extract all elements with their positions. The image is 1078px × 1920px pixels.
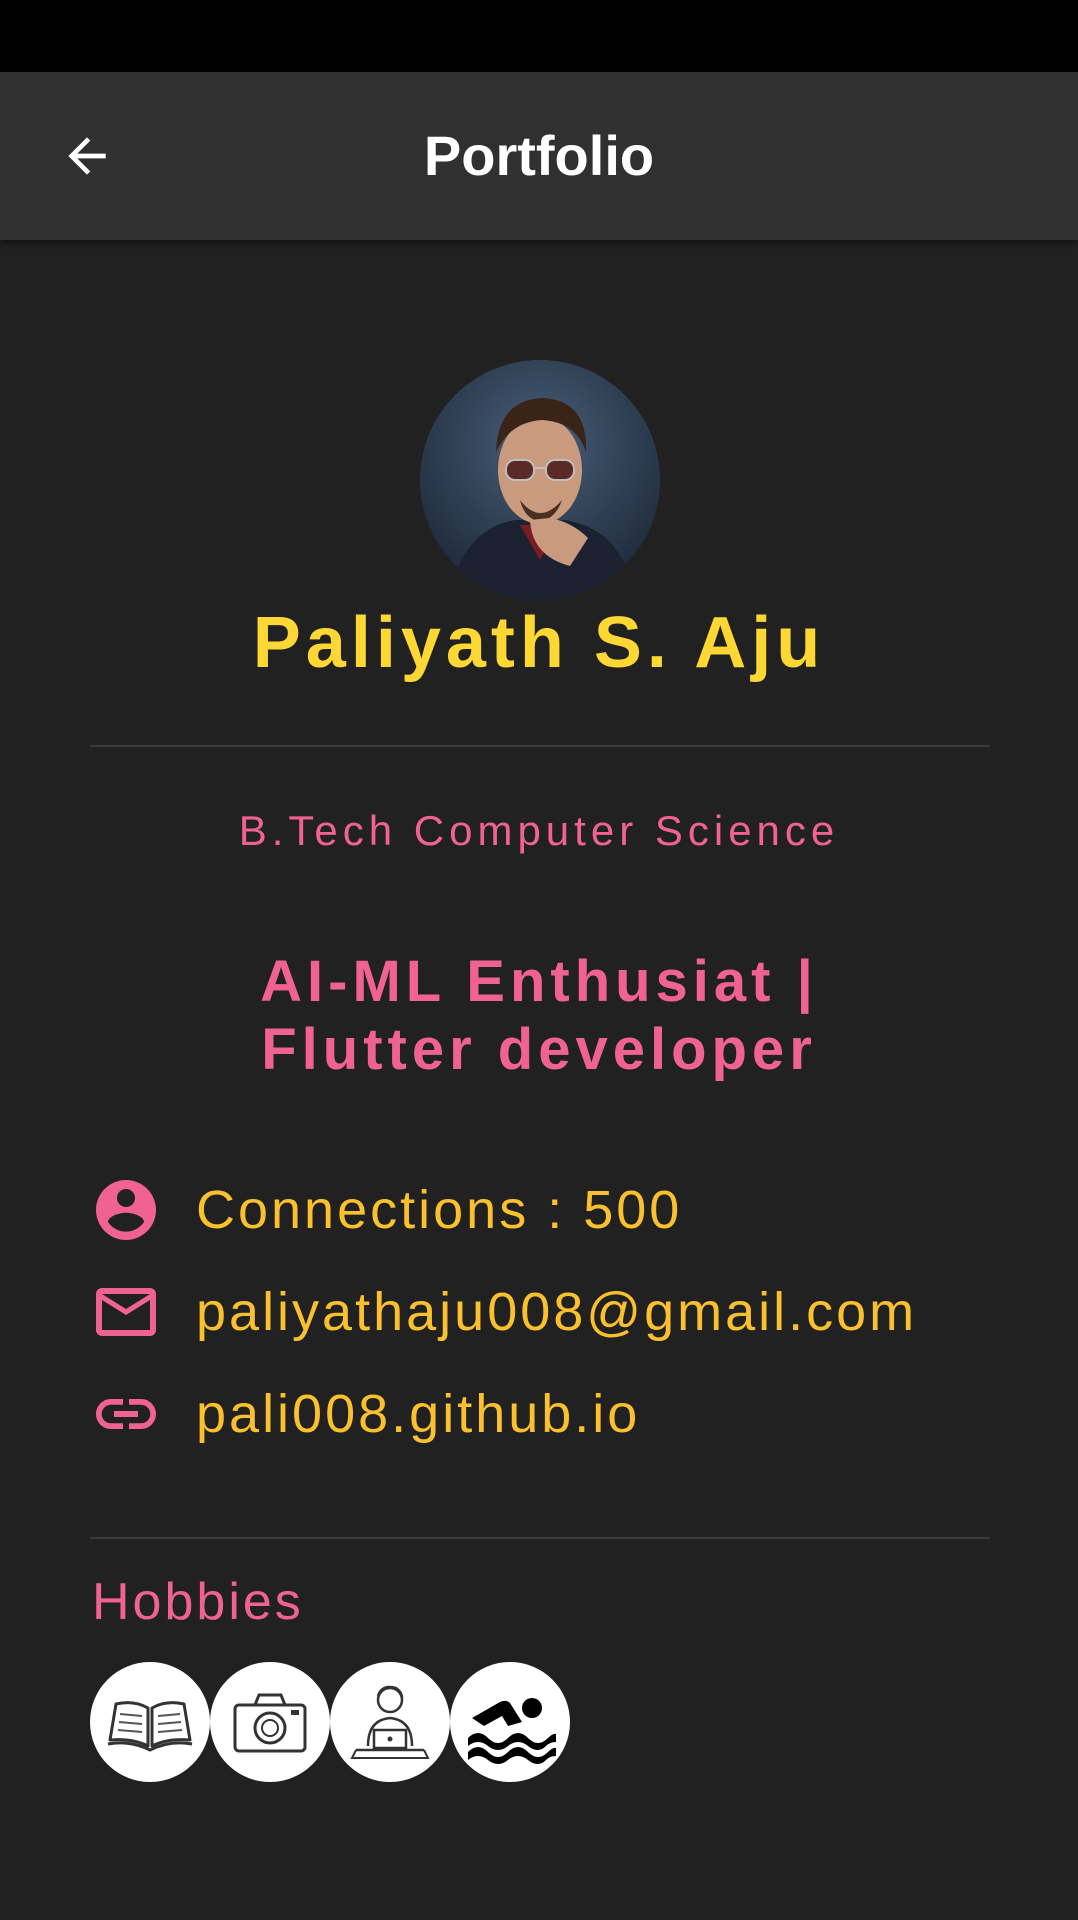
hobby-reading[interactable] [90,1662,210,1782]
avatar [420,360,660,600]
account-circle-icon [96,1180,156,1240]
tagline: AI-ML Enthusiat | Flutter developer [0,948,1078,1084]
page-title: Portfolio [423,124,655,187]
book-icon [107,1701,193,1752]
divider [90,1537,990,1539]
profile-name: Paliyath S. Aju [252,603,826,683]
email-row[interactable]: paliyathaju008@gmail.com [90,1272,917,1352]
app-bar: Portfolio [0,72,1078,240]
link-icon [96,1399,156,1429]
swimming-icon [468,1698,556,1764]
divider [90,745,990,747]
connections-text: Connections : 500 [196,1180,683,1240]
tagline-line-1: AI-ML Enthusiat | [260,949,818,1014]
degree-text: B.Tech Computer Science [238,807,840,854]
email-text: paliyathaju008@gmail.com [196,1282,918,1342]
website-text: pali008.github.io [196,1384,641,1444]
website-row[interactable]: pali008.github.io [90,1374,640,1454]
hobby-photography[interactable] [210,1662,330,1782]
profile-photo [420,360,660,600]
hobbies-list [90,1662,570,1782]
tagline-line-2: Flutter developer [261,1017,817,1082]
connections-row[interactable]: Connections : 500 [90,1170,682,1250]
coding-person-icon [350,1685,430,1759]
mail-icon [96,1288,156,1336]
camera-icon [233,1693,307,1753]
hobby-swimming[interactable] [450,1662,570,1782]
hobbies-title: Hobbies [92,1573,304,1631]
status-bar [0,0,1078,72]
hobby-coding[interactable] [330,1662,450,1782]
